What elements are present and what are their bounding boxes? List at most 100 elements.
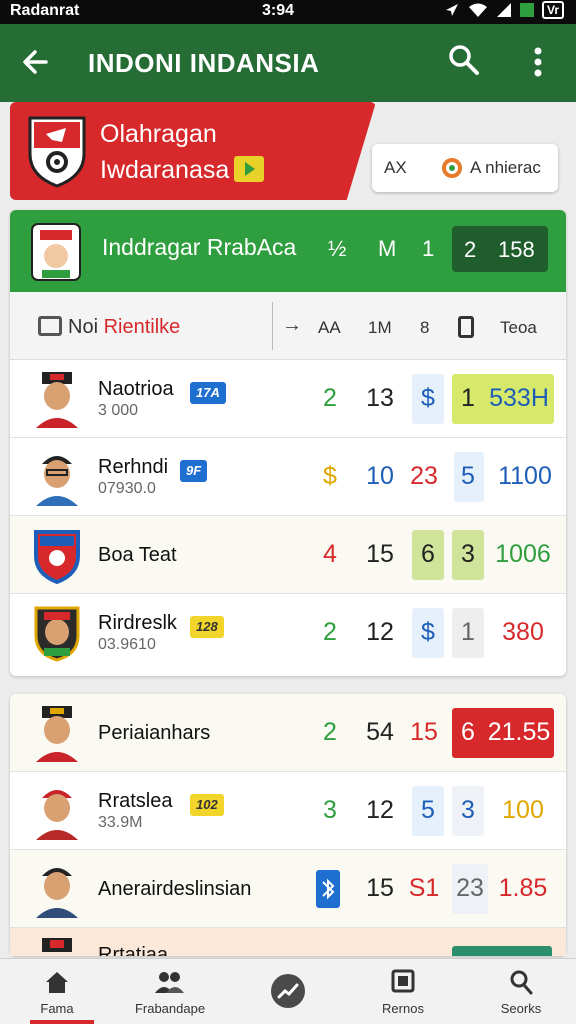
row-tag: 128 [190, 616, 224, 638]
nav-home[interactable]: Fama [20, 959, 94, 1024]
table-row[interactable]: Rratslea 33.9M 102 3 12 5 3 100 [10, 772, 566, 850]
arrow-left-icon[interactable] [20, 44, 52, 80]
row-name: Rratslea [98, 790, 173, 812]
row-c5: 1.85 [498, 874, 548, 902]
row-c4: 6 [461, 718, 475, 746]
team-crest-icon [34, 606, 80, 662]
row-c3: $ [421, 384, 435, 412]
column-head-1[interactable]: AA [318, 318, 341, 338]
column-head-4[interactable]: Teoa [500, 318, 537, 338]
avatar [36, 790, 78, 840]
row-c1: 3 [323, 796, 337, 824]
row-c2: 12 [366, 618, 394, 646]
row-c3: S1 [408, 874, 440, 902]
table-row[interactable]: Naotrioa 3 000 17A 2 13 $ 1 533H [10, 360, 566, 438]
nav-trending[interactable] [266, 959, 310, 1024]
row-name: Periaianhars [98, 722, 211, 744]
row-c4: 1 [461, 384, 475, 412]
team-score-box: 2 158 [452, 226, 548, 272]
row-sub: 03.9610 [98, 636, 156, 653]
row-c5: 21.55 [487, 718, 551, 746]
carrier-text: Radanrat [10, 2, 80, 19]
row-c2: 10 [366, 462, 394, 490]
avatar [36, 868, 78, 918]
nav-box[interactable]: Rernos [370, 959, 436, 1024]
avatar [36, 372, 78, 428]
column-head-2[interactable]: 1M [368, 318, 392, 338]
row-name: Rrtatiaa [98, 944, 169, 956]
row-c2: 13 [366, 384, 394, 412]
nav-search[interactable]: Seorks [486, 959, 556, 1024]
row-c1: $ [323, 462, 337, 490]
row-c4: 1 [461, 618, 475, 646]
avatar [36, 706, 78, 762]
nav-people[interactable]: Frabandape [118, 959, 222, 1024]
page-title: INDONI INDANSIA [88, 48, 320, 78]
team-stat-2: M [378, 236, 397, 261]
partial-table-row[interactable]: Rrtatiaa [10, 928, 566, 956]
column-header: Noi Rientilke → AA 1M 8 Teoa [10, 292, 566, 360]
app-bar: INDONI INDANSIA [0, 24, 576, 102]
avatar [36, 456, 78, 506]
row-c2: 15 [366, 874, 394, 902]
row-c2: 15 [366, 540, 394, 568]
signal-icon [496, 3, 511, 17]
row-c4: 3 [461, 540, 475, 568]
team-score-a: 2 [464, 237, 477, 262]
column-header-prefix: Noi [68, 316, 99, 338]
row-c1: 2 [323, 384, 337, 412]
battery-icon: Vr [541, 1, 564, 19]
row-tag: 102 [190, 794, 224, 816]
row-c1: 2 [323, 618, 337, 646]
target-icon [442, 158, 462, 178]
team-name: Inddragar RrabAca [102, 234, 297, 260]
table-row[interactable]: Periaianhars 2 54 15 6 21.55 [10, 694, 566, 772]
box-icon [391, 969, 415, 993]
standings-card: Inddragar RrabAca ½ M 1 2 158 Noi Rienti… [10, 210, 566, 676]
bottom-nav: Fama Frabandape Rernos Seorks [0, 958, 576, 1024]
row-c5: 380 [502, 618, 544, 646]
row-c4: 5 [461, 462, 475, 490]
signal-strength-icon [519, 3, 534, 17]
more-vert-icon[interactable] [524, 42, 552, 82]
status-icons: Vr [444, 1, 564, 19]
bluetooth-icon[interactable] [316, 870, 340, 908]
team-stat-1: ½ [328, 236, 347, 261]
nav-active-indicator [30, 1020, 94, 1024]
row-name: Anerairdeslinsian [98, 878, 252, 900]
square-icon [458, 316, 474, 338]
trending-icon [271, 974, 305, 1008]
row-c2: 54 [366, 718, 394, 746]
table-row[interactable]: Rirdreslk 03.9610 128 2 12 $ 1 380 [10, 594, 566, 672]
row-tag: 9F [180, 460, 208, 482]
row-c4: 23 [456, 874, 484, 902]
table-row[interactable]: Anerairdeslinsian 15 S1 23 1.85 [10, 850, 566, 928]
filter-chip[interactable]: AX A nhierac [372, 144, 558, 192]
hero-title: Olahragan [100, 120, 217, 148]
play-icon[interactable] [234, 156, 264, 182]
home-icon [46, 972, 68, 993]
row-c3: 23 [410, 462, 438, 490]
row-name: Naotrioa [98, 378, 174, 400]
clock-text: 3:94 [262, 2, 295, 19]
row-c5: 533H [489, 384, 549, 412]
search-icon[interactable] [446, 42, 482, 78]
table-row[interactable]: Boa Teat 4 15 6 3 1006 [10, 516, 566, 594]
nav-label: Seorks [500, 1001, 542, 1016]
nav-label: Frabandape [134, 1001, 206, 1016]
arrow-right-icon[interactable]: → [282, 314, 302, 337]
row-c1: 4 [323, 540, 337, 568]
nav-label: Fama [40, 1001, 74, 1016]
row-c3: 5 [421, 796, 435, 824]
row-c4: 3 [461, 796, 475, 824]
row-c5: 1100 [498, 462, 552, 490]
club-crest-icon [28, 116, 86, 188]
avatar [42, 938, 72, 952]
team-header[interactable]: Inddragar RrabAca ½ M 1 2 158 [10, 210, 566, 292]
row-highlight-bg [452, 946, 552, 956]
location-icon [445, 4, 458, 16]
nav-label: Rernos [382, 1001, 424, 1016]
row-sub: 07930.0 [98, 480, 156, 497]
column-head-3[interactable]: 8 [420, 318, 429, 338]
table-row[interactable]: Rerhndi 07930.0 9F $ 10 23 5 1100 [10, 438, 566, 516]
